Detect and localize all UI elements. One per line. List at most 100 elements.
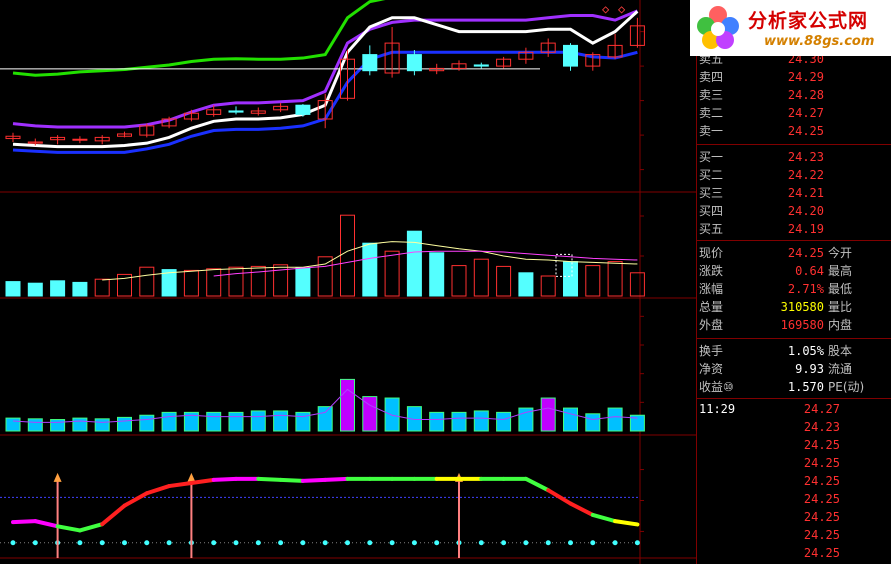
signal-dot (612, 540, 618, 546)
oscillator-segment (256, 476, 283, 482)
sell-row: 卖四 24.29 (697, 68, 891, 86)
quote-value: 24.25 (787, 124, 824, 138)
quote-label: 今开 (828, 246, 853, 260)
signal-dot (545, 540, 551, 546)
oscillator-segment (278, 477, 305, 483)
quote-value: 0.64 (795, 264, 824, 278)
diamond-icon: ◇ (602, 2, 610, 16)
tick-price: 24.25 (803, 528, 840, 542)
oscillator-segment (546, 488, 573, 506)
quote-value: 24.27 (787, 106, 824, 120)
signal-dot (367, 540, 373, 546)
volume-bar (27, 282, 43, 297)
candle (295, 104, 311, 115)
volume-bar (183, 269, 199, 297)
quote-label: 最低 (828, 282, 853, 296)
buy-row: 买二 24.22 (697, 166, 891, 184)
sell-row: 卖二 24.27 (697, 104, 891, 122)
tick-price: 24.25 (803, 474, 840, 488)
tick-time: 11:29 (699, 402, 736, 416)
quote-label: 卖四 (699, 70, 724, 84)
sentiment-bar (473, 410, 489, 432)
sentiment-bar (451, 411, 467, 432)
quote-value: 24.20 (787, 204, 824, 218)
stat-row: 涨幅 2.71% 最低 (697, 280, 891, 298)
sentiment-bar (139, 414, 155, 432)
signal-dot (322, 540, 328, 546)
quote-label: 收益⑩ (699, 380, 734, 394)
sentiment-bar (384, 397, 400, 432)
sentiment-bar (317, 406, 333, 432)
stat-row: 收益⑩ 1.570 PE(动) (697, 378, 891, 396)
sentiment-bar (340, 378, 355, 432)
sentiment-bar (585, 413, 601, 432)
buy-row: 买三 24.21 (697, 184, 891, 202)
divider (697, 338, 891, 339)
chart-area[interactable]: ◇ ◇ (0, 0, 696, 564)
stat-row: 换手 1.05% 股本 (697, 342, 891, 360)
quote-value: 169580 (780, 318, 824, 332)
signal-dot (255, 540, 261, 546)
quote-label: 流通 (828, 362, 853, 376)
candle (362, 54, 378, 72)
sentiment-bar (117, 416, 132, 432)
quote-value: 9.93 (795, 362, 824, 376)
flower-icon (697, 6, 739, 49)
oscillator-segment (77, 522, 105, 533)
signal-dot (122, 540, 127, 546)
signal-dot (634, 540, 640, 546)
volume-bar (317, 256, 333, 297)
sentiment-bar (27, 418, 43, 432)
quote-label: 涨跌 (699, 264, 724, 278)
legend-bg (0, 0, 320, 18)
quote-label: 内盘 (828, 318, 853, 332)
volume-bar (406, 230, 422, 297)
oscillator-segment (144, 484, 172, 496)
sentiment-bar (250, 410, 266, 432)
quote-label: 买五 (699, 222, 724, 236)
signal-dot (77, 540, 83, 546)
quote-value: 24.29 (787, 70, 824, 84)
volume-bar (72, 281, 88, 297)
quote-label: 卖一 (699, 124, 724, 138)
sentiment-bar (72, 417, 88, 432)
volume-bar (496, 265, 512, 297)
quote-value: 1.05% (787, 344, 824, 358)
signal-dot (278, 540, 284, 546)
logo-url: www.88gs.com (764, 34, 875, 49)
sentiment-bar (496, 411, 512, 432)
quote-label: PE(动) (828, 380, 865, 394)
sell-row: 卖一 24.25 (697, 122, 891, 140)
oscillator-segment (122, 491, 149, 508)
sentiment-bar (273, 410, 289, 432)
stat-row: 总量 310580 量比 (697, 298, 891, 316)
signal-dot (144, 540, 150, 546)
oscillator-segment (33, 519, 60, 529)
hand-icon (53, 472, 62, 482)
site-logo: 分析家公式网 www.88gs.com (690, 0, 891, 56)
divider (697, 144, 891, 145)
signal-dot (32, 540, 38, 546)
volume-bar (206, 268, 222, 297)
candle (228, 110, 244, 113)
signal-dot (478, 540, 484, 546)
sentiment-bar (563, 407, 578, 432)
quote-label: 现价 (699, 246, 724, 260)
volume-bar (228, 266, 244, 297)
signal-dot (501, 540, 507, 546)
candle (473, 64, 489, 67)
oscillator-segment (523, 476, 551, 493)
tick-price: 24.25 (803, 456, 840, 470)
sentiment-bar (5, 417, 21, 432)
stat-row: 净资 9.93 流通 (697, 360, 891, 378)
logo-title: 分析家公式网 (748, 10, 869, 32)
quote-label: 卖三 (699, 88, 724, 102)
volume-bar (5, 281, 21, 297)
oscillator-segment (568, 501, 595, 517)
signal-dot (523, 540, 529, 546)
quote-label: 量比 (828, 300, 853, 314)
quote-label: 买一 (699, 150, 724, 164)
tick-price: 24.25 (803, 546, 840, 560)
volume-bar (518, 272, 534, 297)
buy-row: 买五 24.19 (697, 220, 891, 238)
